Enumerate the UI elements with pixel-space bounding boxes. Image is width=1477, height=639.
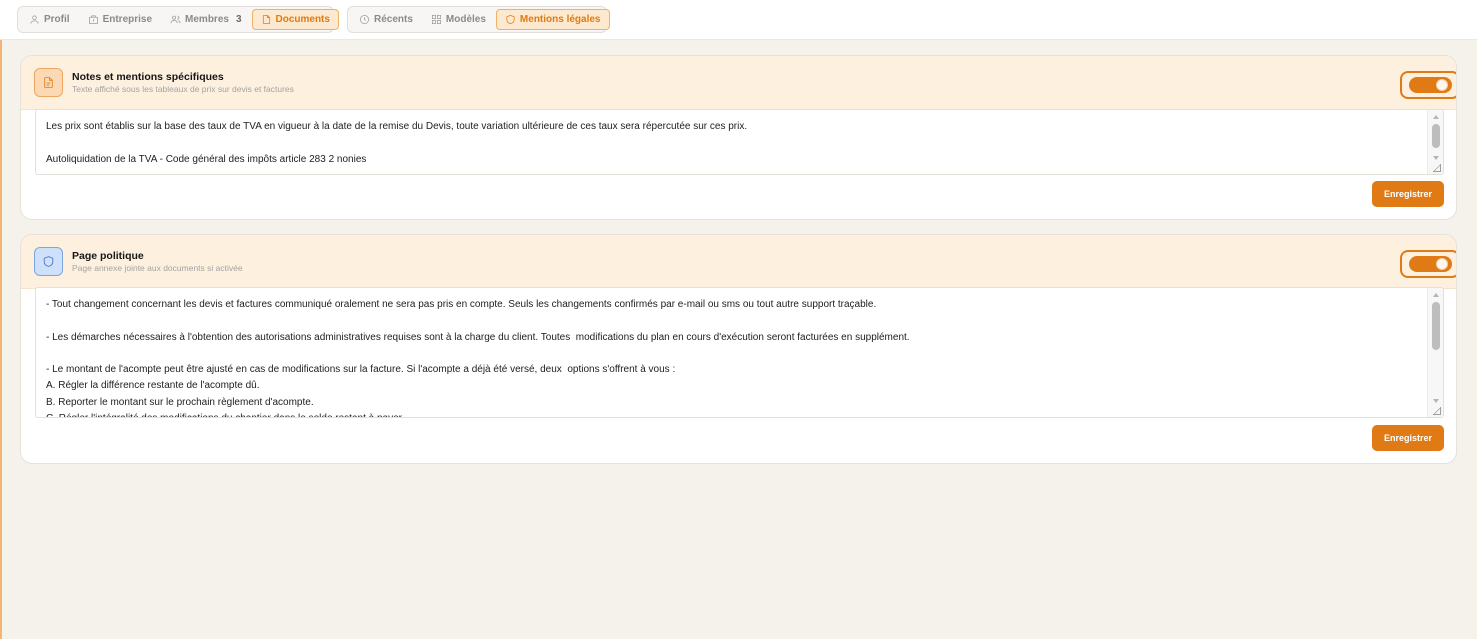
notes-toggle-focus-ring: [1400, 71, 1456, 99]
policy-card-header: Page politique Page annexe jointe aux do…: [21, 235, 1456, 289]
scroll-up-arrow[interactable]: [1433, 115, 1439, 119]
scroll-down-arrow[interactable]: [1433, 399, 1439, 403]
policy-card-subtitle: Page annexe jointe aux documents si acti…: [72, 263, 243, 273]
tab-label: Récents: [374, 14, 413, 25]
tab-label: Profil: [44, 14, 70, 25]
toggle-knob: [1435, 258, 1448, 270]
tab-label: Modèles: [445, 14, 486, 25]
resize-handle[interactable]: [1433, 164, 1441, 172]
tab-documents[interactable]: Documents: [251, 9, 339, 30]
notes-card-title: Notes et mentions spécifiques: [72, 71, 224, 83]
notes-toggle[interactable]: [1408, 77, 1452, 93]
scroll-thumb[interactable]: [1432, 124, 1440, 148]
file-icon: [262, 15, 270, 24]
user-icon: [30, 15, 39, 24]
notes-card-subtitle: Texte affiché sous les tableaux de prix …: [72, 84, 294, 94]
scroll-down-arrow[interactable]: [1433, 156, 1439, 160]
documents-subtab-group: Récents Modèles Mentions légales: [347, 6, 610, 33]
policy-save-button[interactable]: Enregistrer: [1372, 425, 1444, 451]
policy-card-title: Page politique: [72, 250, 144, 262]
policy-toggle-focus-ring: [1400, 250, 1456, 278]
tab-label: Documents: [275, 14, 330, 25]
notes-save-button[interactable]: Enregistrer: [1372, 181, 1444, 207]
tab-label: Membres: [185, 14, 229, 25]
notes-card-header: Notes et mentions spécifiques Texte affi…: [21, 56, 1456, 110]
scroll-thumb[interactable]: [1432, 302, 1440, 350]
notes-card: Notes et mentions spécifiques Texte affi…: [20, 55, 1457, 220]
tab-profil[interactable]: Profil: [21, 9, 78, 30]
policy-scrollbar[interactable]: [1427, 288, 1443, 417]
shield-icon: [506, 14, 515, 25]
policy-toggle[interactable]: [1408, 256, 1452, 272]
resize-handle[interactable]: [1433, 407, 1441, 415]
tab-entreprise[interactable]: Entreprise: [80, 9, 160, 30]
users-icon: [170, 15, 181, 24]
notes-textarea[interactable]: Les prix sont établis sur la base des ta…: [35, 109, 1444, 175]
clock-icon: [360, 15, 369, 24]
notes-text: Les prix sont établis sur la base des ta…: [46, 121, 748, 165]
settings-tab-group: Profil Entreprise Membres 3 Documents: [17, 6, 339, 33]
policy-card-icon-box: [34, 247, 63, 276]
building-icon: [88, 15, 98, 24]
shield-icon: [43, 256, 54, 267]
notes-card-icon-box: [34, 68, 63, 97]
grid-icon: [431, 15, 441, 24]
policy-textarea[interactable]: - Tout changement concernant les devis e…: [35, 287, 1444, 418]
left-edge-accent: [0, 40, 2, 639]
tab-membres[interactable]: Membres 3: [162, 9, 249, 30]
tab-label: Entreprise: [102, 14, 153, 25]
tab-label: Mentions légales: [519, 14, 601, 25]
top-tab-bar: Profil Entreprise Membres 3 Documents Ré…: [0, 0, 1477, 40]
tab-modeles[interactable]: Modèles: [423, 9, 494, 30]
document-icon: [44, 77, 53, 88]
policy-card: Page politique Page annexe jointe aux do…: [20, 234, 1457, 464]
policy-text: - Tout changement concernant les devis e…: [46, 299, 910, 417]
tab-recents[interactable]: Récents: [351, 9, 421, 30]
members-count-badge: 3: [235, 14, 242, 25]
toggle-knob: [1435, 79, 1448, 91]
tab-mentions-legales[interactable]: Mentions légales: [495, 9, 610, 30]
scroll-up-arrow[interactable]: [1433, 293, 1439, 297]
